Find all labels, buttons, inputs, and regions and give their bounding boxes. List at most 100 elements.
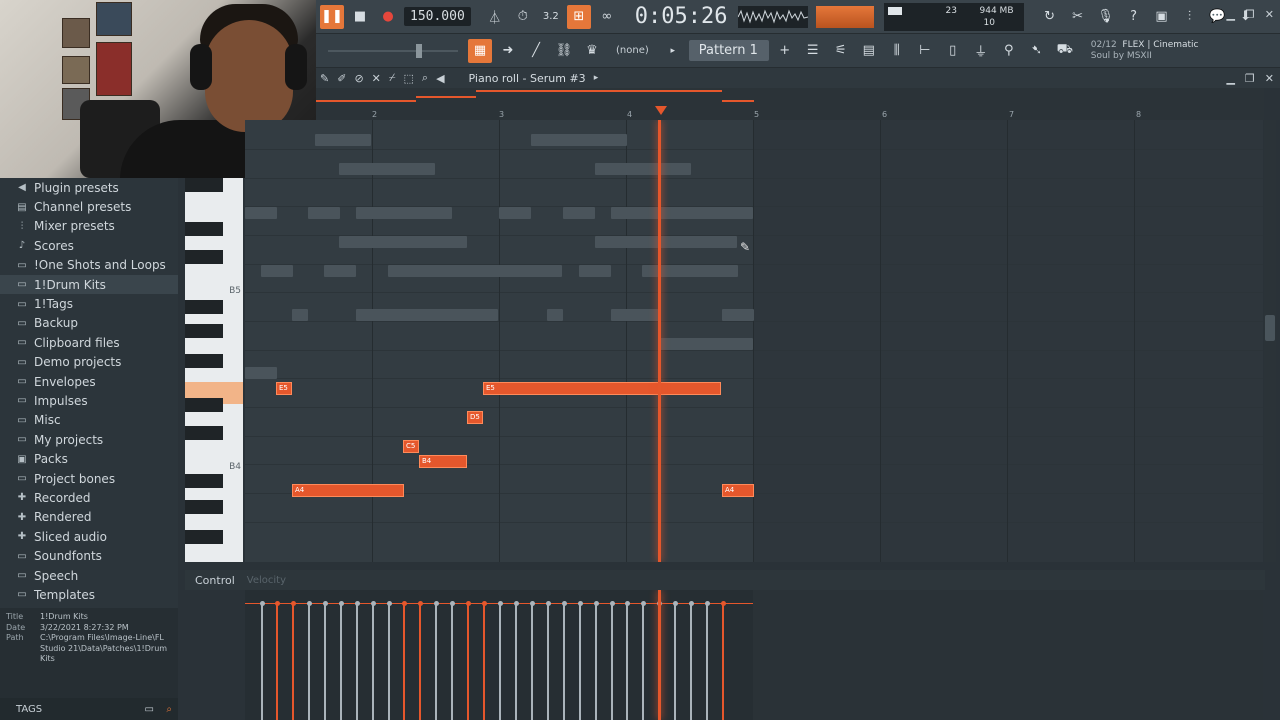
velocity-handle[interactable] [449, 601, 455, 606]
speaker-icon[interactable]: ◀ [436, 72, 444, 85]
mixer-icon[interactable]: ⫶ [1178, 5, 1202, 29]
metronome-icon[interactable]: ⏃ [483, 5, 507, 29]
channel-rack-icon[interactable]: ⚟ [829, 39, 853, 63]
tags-bar[interactable]: TAGS ▭ ⌕ [0, 698, 178, 720]
record-button[interactable]: ● [376, 5, 400, 29]
velocity-handle[interactable] [354, 601, 360, 606]
note[interactable]: E5 [276, 382, 292, 395]
velocity-bar[interactable] [261, 604, 263, 720]
velocity-bar[interactable] [547, 604, 549, 720]
velocity-bar[interactable] [356, 604, 358, 720]
browser-item[interactable]: ▭ 1!Tags [0, 294, 178, 313]
save-icon[interactable]: ▣ [1150, 5, 1174, 29]
velocity-bar[interactable] [706, 604, 708, 720]
velocity-handle[interactable] [433, 601, 439, 606]
velocity-handle[interactable] [609, 601, 615, 606]
velocity-bar[interactable] [515, 604, 517, 720]
arrow-icon[interactable]: ➜ [496, 39, 520, 63]
undo-icon[interactable]: ↻ [1038, 5, 1062, 29]
step-edit-icon[interactable]: ⊞ [566, 4, 591, 29]
snap-select[interactable]: (none) [608, 45, 657, 56]
velocity-handle[interactable] [593, 601, 599, 606]
paint-icon[interactable]: ✐ [337, 72, 346, 85]
slice-icon[interactable]: ⌿ [389, 71, 396, 85]
velocity-bar[interactable] [563, 604, 565, 720]
browser-item[interactable]: ▭ Demo projects [0, 353, 178, 372]
restore-icon[interactable]: ❐ [1245, 8, 1255, 21]
minimize-icon[interactable]: ▁ [1226, 72, 1234, 85]
mute-icon[interactable]: ✕ [372, 72, 381, 85]
velocity-handle[interactable] [704, 601, 710, 606]
velocity-bar[interactable] [276, 604, 278, 720]
pencil-icon[interactable]: ✎ [320, 72, 329, 85]
zoom-icon[interactable]: ⌕ [422, 71, 428, 85]
velocity-handle[interactable] [561, 601, 567, 606]
note-grid[interactable]: E5 E5 D5 C5 B4 A4 A4 [245, 120, 1263, 562]
velocity-handle[interactable] [370, 601, 376, 606]
countdown-button[interactable]: 3.2 [539, 5, 563, 29]
browser-item[interactable]: ✚ Sliced audio [0, 527, 178, 546]
tree-icon[interactable]: ⊢ [913, 39, 937, 63]
velocity-handle[interactable] [577, 601, 583, 606]
vertical-scrollbar[interactable] [1264, 120, 1276, 562]
browser-item[interactable]: ▤ Channel presets [0, 197, 178, 216]
velocity-lane[interactable] [245, 590, 1263, 720]
browser-item[interactable]: ✚ Recorded [0, 488, 178, 507]
velocity-bar[interactable] [419, 604, 421, 720]
pattern-selector[interactable]: Pattern 1 [688, 40, 769, 61]
browser-item[interactable]: ▭ Templates [0, 585, 178, 604]
document-icon[interactable]: ▯ [941, 39, 965, 63]
playhead-marker[interactable] [655, 106, 667, 115]
search-icon[interactable]: ⌕ [166, 704, 172, 715]
velocity-handle[interactable] [386, 601, 392, 606]
velocity-handle[interactable] [417, 601, 423, 606]
velocity-bar[interactable] [579, 604, 581, 720]
browser-item[interactable]: ▭ Backup [0, 314, 178, 333]
velocity-bar[interactable] [308, 604, 310, 720]
velocity-bar[interactable] [467, 604, 469, 720]
browser-item[interactable]: ♪ Scores [0, 236, 178, 255]
pause-button[interactable]: ❚❚ [320, 4, 344, 29]
velocity-bar[interactable] [531, 604, 533, 720]
master-pitch-slider[interactable] [328, 43, 458, 58]
bird-icon[interactable]: ➷ [1025, 39, 1049, 63]
velocity-bar[interactable] [674, 604, 676, 720]
browser-item[interactable]: ▭ My projects [0, 430, 178, 449]
velocity-handle[interactable] [640, 601, 646, 606]
browser-item[interactable]: ✚ Rendered [0, 508, 178, 527]
pin-icon[interactable]: ⚲ [997, 39, 1021, 63]
browser-item[interactable]: ▭ !One Shots and Loops [0, 256, 178, 275]
velocity-bar[interactable] [611, 604, 613, 720]
browser-item[interactable]: ▭ Clipboard files [0, 333, 178, 352]
velocity-handle[interactable] [401, 601, 407, 606]
velocity-handle[interactable] [259, 601, 265, 606]
velocity-bar[interactable] [372, 604, 374, 720]
velocity-handle[interactable] [481, 601, 487, 606]
velocity-handle[interactable] [465, 601, 471, 606]
chevron-right-icon[interactable]: ▸ [594, 73, 599, 83]
browser-item[interactable]: ▭ 1!Drum Kits [0, 274, 178, 295]
velocity-bar[interactable] [595, 604, 597, 720]
velocity-bar[interactable] [403, 604, 405, 720]
delete-icon[interactable]: ⊘ [354, 72, 363, 85]
timeline-ruler[interactable]: 2 3 4 5 6 7 8 [316, 88, 1264, 120]
note[interactable]: A4 [722, 484, 754, 497]
velocity-bar[interactable] [451, 604, 453, 720]
piano-keyboard[interactable]: B5 B4 [185, 178, 243, 562]
velocity-handle[interactable] [322, 601, 328, 606]
loop-record-icon[interactable]: ∞ [595, 5, 619, 29]
sliders-icon[interactable]: ⫼ [885, 39, 909, 63]
browser-item[interactable]: ▭ Misc [0, 411, 178, 430]
velocity-handle[interactable] [497, 601, 503, 606]
stop-button[interactable]: ■ [348, 5, 372, 29]
velocity-handle[interactable] [720, 601, 726, 606]
cut-icon[interactable]: ✂ [1066, 5, 1090, 29]
minimize-icon[interactable]: ▁ [1226, 8, 1234, 21]
velocity-bar[interactable] [499, 604, 501, 720]
select-icon[interactable]: ⬚ [403, 72, 413, 85]
note[interactable]: E5 [483, 382, 721, 395]
velocity-handle[interactable] [513, 601, 519, 606]
browser-item[interactable]: ▭ Soundfonts [0, 546, 178, 565]
velocity-handle[interactable] [545, 601, 551, 606]
playlist-icon[interactable]: ☰ [801, 39, 825, 63]
